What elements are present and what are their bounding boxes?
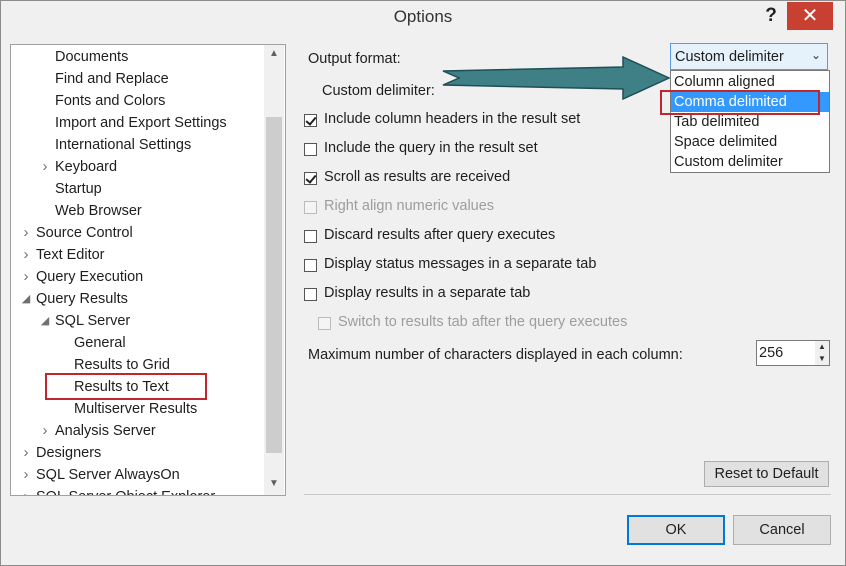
ok-button[interactable]: OK [627,515,725,545]
collapsed-arrow-icon[interactable]: › [20,486,32,495]
results-to-text-highlight [45,373,207,400]
pointer-arrow-icon [442,55,671,101]
output-format-label: Output format: [308,51,401,67]
scroll-up-icon[interactable]: ▲ [264,45,284,63]
tree-item-label: Designers [36,445,102,461]
custom-delimiter-label: Custom delimiter: [322,83,435,99]
tree-item-label: International Settings [55,137,192,153]
tree-item-label: SQL Server [55,313,131,329]
option-checkbox[interactable] [304,259,317,272]
tree-item-label: Documents [55,49,129,65]
option-checkbox-label: Right align numeric values [324,198,495,214]
tree-item-label: General [74,335,126,351]
reset-to-default-button[interactable]: Reset to Default [704,461,829,487]
scroll-down-icon[interactable]: ▼ [264,475,284,493]
collapsed-arrow-icon[interactable]: › [39,156,51,178]
divider [304,494,831,495]
title-bar: Options ? ✕ [1,1,845,33]
cancel-button[interactable]: Cancel [733,515,831,545]
option-checkbox[interactable] [304,172,317,185]
output-format-options[interactable]: Column aligned Comma delimited Tab delimit… [670,70,830,173]
collapsed-arrow-icon[interactable]: › [39,420,51,442]
tree-item-label: Text Editor [36,247,105,263]
tree-item-label: Query Results [36,291,128,307]
option-checkbox-label[interactable]: Discard results after query executes [324,227,555,243]
tree-item-label: Fonts and Colors [55,93,166,109]
option-checkbox-label[interactable]: Include the query in the result set [324,140,538,156]
expanded-arrow-icon[interactable]: ◢ [39,310,51,332]
tree-item-label: Startup [55,181,102,197]
option-checkbox-label[interactable]: Scroll as results are received [324,169,510,185]
dropdown-option[interactable]: Column aligned [671,72,829,92]
option-checkbox[interactable] [304,114,317,127]
tree-item-label: SQL Server AlwaysOn [36,467,180,483]
collapsed-arrow-icon[interactable]: › [20,442,32,464]
tree-item-label: SQL Server Object Explorer [36,486,215,495]
tree-scrollbar[interactable]: ▲ ▼ [264,45,284,495]
collapsed-arrow-icon[interactable]: › [20,222,32,244]
tree-item-label: Web Browser [55,203,142,219]
spin-up-icon[interactable]: ▲ [815,341,829,353]
tree-item-label: Find and Replace [55,71,169,87]
options-tree[interactable]: ▲ ▼ Documents Find and Replace Fonts and C… [10,44,286,496]
tree-item-label: Multiserver Results [74,401,198,417]
tree-item-label: Keyboard [55,159,118,175]
window-title: Options [393,7,453,26]
option-checkbox-label[interactable]: Display results in a separate tab [324,285,530,301]
dropdown-option[interactable]: Space delimited [671,132,829,152]
output-format-dropdown[interactable]: Custom delimiter ⌄ [670,43,828,70]
tree-item-label: Import and Export Settings [55,115,227,131]
collapsed-arrow-icon[interactable]: › [20,464,32,486]
dropdown-option[interactable]: Custom delimiter [671,152,829,172]
max-chars-label: Maximum number of characters displayed i… [308,347,683,363]
help-button[interactable]: ? [761,3,781,29]
option-checkbox[interactable] [304,288,317,301]
option-checkbox-label[interactable]: Include column headers in the result set [324,111,580,127]
scroll-thumb[interactable] [266,117,282,453]
option-checkbox-label[interactable]: Display status messages in a separate ta… [324,256,596,272]
option-checkbox [304,201,317,214]
spin-down-icon[interactable]: ▼ [815,353,829,365]
dropdown-option[interactable]: Tab delimited [671,112,829,132]
max-chars-value[interactable]: 256 [759,345,783,361]
max-chars-spinner[interactable]: 256 ▲ ▼ [756,340,830,366]
options-dialog: Options ? ✕ ▲ ▼ Documents Find and Replac… [0,0,846,566]
collapsed-arrow-icon[interactable]: › [20,266,32,288]
option-checkbox [318,317,331,330]
comma-delimited-highlight [660,90,820,115]
option-checkbox-label: Switch to results tab after the query ex… [338,314,628,330]
tree-item-label: Source Control [36,225,133,241]
close-button[interactable]: ✕ [787,2,833,30]
collapsed-arrow-icon[interactable]: › [20,244,32,266]
chevron-down-icon: ⌄ [810,48,821,62]
option-checkbox[interactable] [304,230,317,243]
option-checkbox[interactable] [304,143,317,156]
tree-item-label: Analysis Server [55,423,156,439]
output-format-value: Custom delimiter [675,49,784,65]
expanded-arrow-icon[interactable]: ◢ [20,288,32,310]
tree-item-label: Query Execution [36,269,144,285]
